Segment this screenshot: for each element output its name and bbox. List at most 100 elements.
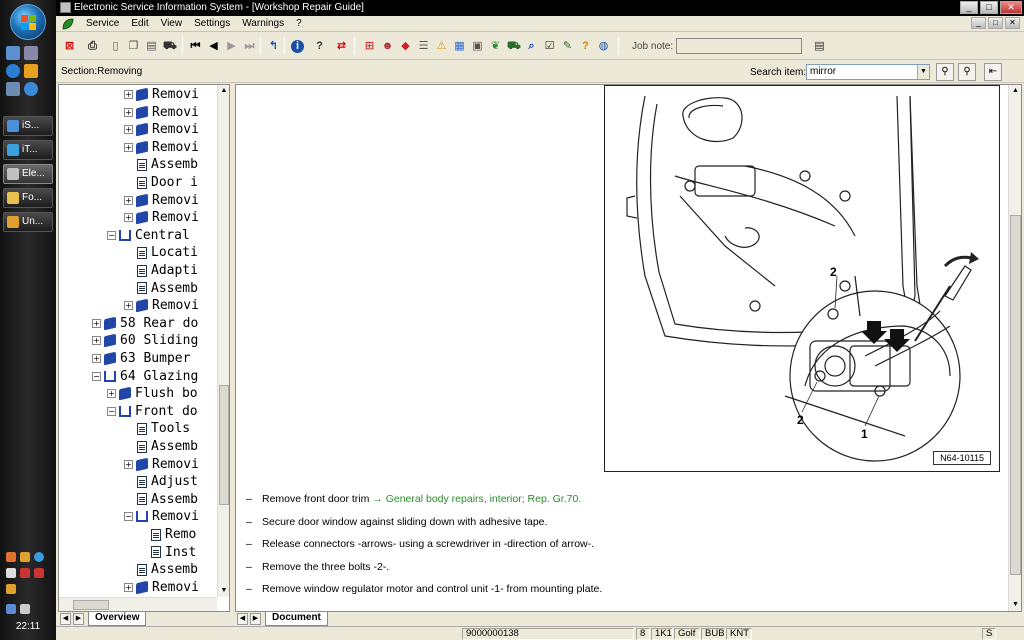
taskbar-button-4[interactable]: Fo... (3, 188, 53, 208)
scroll-up-icon[interactable]: ▲ (218, 85, 229, 97)
info-button[interactable]: i (288, 37, 306, 55)
tree-node[interactable]: + Removi (124, 579, 199, 597)
refresh-button[interactable]: ⇄ (332, 37, 350, 55)
tray-icon[interactable] (6, 568, 16, 578)
tree-node[interactable]: Remo (151, 526, 197, 544)
tree-node[interactable]: Assemb (137, 156, 198, 174)
tab-overview[interactable]: Overview (88, 612, 147, 626)
search-parts-button[interactable]: ⌕ (522, 37, 540, 55)
tree-node[interactable]: Assemb (137, 438, 198, 456)
tree-node[interactable]: − Front do (107, 403, 198, 421)
help-button[interactable]: ? (310, 37, 328, 55)
mdi-restore-button[interactable]: □ (988, 17, 1003, 29)
window-switch-icon[interactable] (24, 46, 38, 60)
tree-node[interactable]: Assemb (137, 561, 198, 579)
job-note-input[interactable] (676, 38, 802, 54)
tree-node[interactable]: +58 Rear do (92, 315, 198, 333)
taskbar-button-3[interactable]: Ele... (3, 164, 53, 184)
find-next-button[interactable]: ⚲ (958, 63, 976, 81)
find-button[interactable]: ⚲ (936, 63, 954, 81)
scroll-thumb[interactable] (73, 600, 109, 610)
tree-node[interactable]: Locati (137, 244, 198, 262)
checklist-button[interactable]: ☑ (540, 37, 558, 55)
search-input[interactable]: mirror ▼ (806, 64, 930, 80)
maximize-button[interactable]: □ (980, 1, 998, 14)
menu-help[interactable]: ? (290, 17, 308, 31)
first-button[interactable]: ⏮ (186, 37, 204, 55)
expand-icon[interactable]: + (124, 90, 133, 99)
show-desktop-icon[interactable] (6, 46, 20, 60)
expand-icon[interactable]: + (92, 354, 101, 363)
mdi-close-button[interactable]: ✕ (1005, 17, 1020, 29)
tree-node[interactable]: − 64 Glazing (92, 368, 198, 386)
tree-node[interactable]: + Removi (124, 104, 199, 122)
back-button[interactable]: ↰ (264, 37, 282, 55)
tree-node[interactable]: + Removi (124, 209, 199, 227)
list-button[interactable]: ☰ (414, 37, 432, 55)
media-icon[interactable] (24, 82, 38, 96)
taskbar-button-5[interactable]: Un... (3, 212, 53, 232)
tree-node[interactable]: Inst (151, 544, 196, 562)
expand-icon[interactable]: + (124, 459, 133, 469)
menu-settings[interactable]: Settings (188, 17, 236, 31)
start-button[interactable] (10, 4, 46, 40)
chevron-down-icon[interactable]: ▼ (917, 65, 929, 79)
collapse-icon[interactable]: − (107, 406, 116, 416)
warning-button[interactable]: ⚠ (432, 37, 450, 55)
menu-service[interactable]: Service (80, 17, 125, 31)
tree-node[interactable]: + Removi (124, 297, 199, 315)
tree-node[interactable]: Tools (137, 420, 190, 438)
document-vertical-scrollbar[interactable]: ▲ ▼ (1008, 85, 1021, 611)
tray-icon[interactable] (6, 552, 16, 562)
tree-node[interactable]: Door i (137, 174, 198, 192)
tray-icon[interactable] (20, 552, 30, 562)
clock[interactable]: 22:11 (0, 621, 56, 632)
tools-button[interactable]: ✎ (558, 37, 576, 55)
title-bar[interactable]: Electronic Service Information System - … (56, 0, 1024, 16)
ie-icon[interactable] (6, 64, 20, 78)
sync-tree-button[interactable]: ⇤ (984, 63, 1002, 81)
mdi-minimize-button[interactable]: _ (971, 17, 986, 29)
tree-node[interactable]: + Removi (124, 192, 199, 210)
print-button[interactable]: ⎙ (83, 37, 101, 55)
last-button[interactable]: ⏭ (240, 37, 258, 55)
tree-node[interactable]: Assemb (137, 280, 198, 298)
tab-next-icon[interactable]: ▶ (73, 613, 84, 625)
tab-next-icon[interactable]: ▶ (250, 613, 261, 625)
expand-icon[interactable]: + (92, 318, 101, 328)
tray-icon[interactable] (34, 568, 44, 578)
user-button[interactable]: ☻ (378, 37, 396, 55)
diagram-button[interactable]: ▦ (450, 37, 468, 55)
tree-node[interactable]: Assemb (137, 491, 198, 509)
exit-button[interactable]: ⊠ (60, 37, 78, 55)
tree-node[interactable]: +60 Sliding (92, 332, 198, 350)
new-document-button[interactable]: ▯ (106, 37, 124, 55)
expand-icon[interactable]: + (124, 107, 133, 117)
expand-icon[interactable]: + (124, 213, 133, 223)
collapse-icon[interactable]: − (92, 371, 101, 381)
notes-button[interactable]: ▤ (142, 37, 160, 55)
previous-button[interactable]: ◀ (204, 37, 222, 55)
tab-prev-icon[interactable]: ◀ (237, 613, 248, 625)
vehicle-button[interactable]: ⛟ (160, 37, 178, 55)
expand-icon[interactable]: + (92, 336, 101, 346)
collapse-icon[interactable]: − (124, 512, 133, 522)
tree-node[interactable]: + Removi (124, 121, 199, 139)
menu-edit[interactable]: Edit (125, 17, 154, 31)
tree-node[interactable]: + Flush bo (107, 385, 198, 403)
menu-warnings[interactable]: Warnings (236, 17, 290, 31)
tree-node[interactable]: + Removi (124, 86, 199, 104)
network-icon[interactable] (6, 604, 16, 614)
data-button[interactable]: ▣ (468, 37, 486, 55)
tree-node[interactable]: + Removi (124, 456, 199, 474)
scroll-up-icon[interactable]: ▲ (1009, 85, 1021, 97)
tree-vertical-scrollbar[interactable]: ▲ ▼ (217, 85, 229, 597)
tree-node[interactable]: − Central (107, 227, 190, 245)
expand-icon[interactable]: + (124, 142, 133, 152)
close-button[interactable]: ✕ (1000, 1, 1022, 14)
tab-document[interactable]: Document (265, 612, 328, 626)
tree-node[interactable]: − Removi (124, 508, 199, 526)
tray-icon[interactable] (6, 584, 16, 594)
tree-horizontal-scrollbar[interactable] (59, 597, 217, 611)
expand-icon[interactable]: + (124, 301, 133, 311)
